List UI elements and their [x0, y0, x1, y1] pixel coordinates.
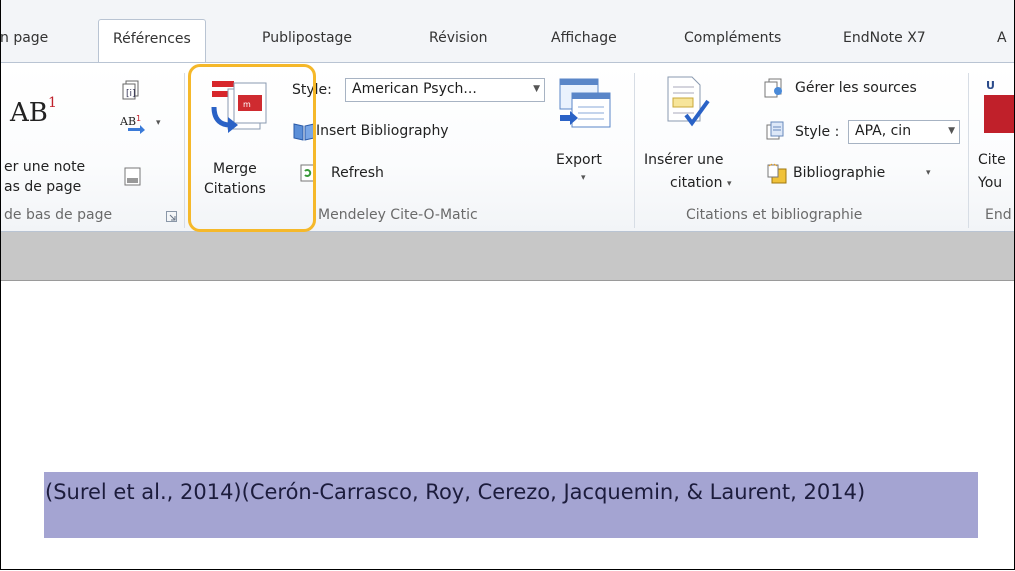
window-frame: [0, 0, 1015, 570]
